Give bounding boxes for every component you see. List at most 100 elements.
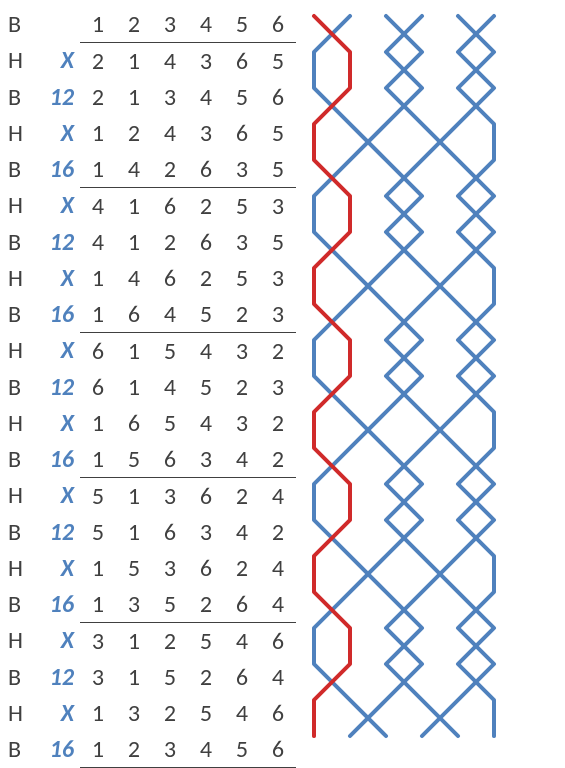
- perm-cell: 3: [260, 188, 296, 225]
- row-label: B: [6, 151, 30, 188]
- bell-path-6: [314, 16, 494, 736]
- perm-cell: 3: [224, 151, 260, 188]
- table-row: HX124365: [6, 115, 296, 151]
- perm-cell: 1: [116, 188, 152, 225]
- row-label: H: [6, 115, 30, 151]
- col-header-5: 5: [224, 6, 260, 43]
- perm-cell: 2: [224, 369, 260, 405]
- col-header-1: 1: [80, 6, 116, 43]
- perm-cell: 3: [188, 441, 224, 478]
- perm-cell: 6: [80, 333, 116, 370]
- perm-cell: 4: [188, 731, 224, 768]
- perm-cell: 5: [260, 151, 296, 188]
- perm-cell: 1: [80, 550, 116, 586]
- perm-cell: 3: [152, 731, 188, 768]
- table-row: HX312546: [6, 623, 296, 660]
- perm-cell: 2: [80, 43, 116, 80]
- row-label: B: [6, 79, 30, 115]
- perm-cell: 6: [188, 478, 224, 515]
- perm-cell: 4: [260, 478, 296, 515]
- perm-cell: 1: [116, 514, 152, 550]
- call-cell: 16: [30, 151, 80, 188]
- row-label: B: [6, 224, 30, 260]
- perm-cell: 1: [80, 586, 116, 623]
- table-row: HX416253: [6, 188, 296, 225]
- perm-cell: 2: [188, 260, 224, 296]
- perm-cell: 1: [80, 115, 116, 151]
- perm-cell: 1: [80, 441, 116, 478]
- perm-cell: 1: [116, 333, 152, 370]
- row-label: H: [6, 405, 30, 441]
- col-header-4: 4: [188, 6, 224, 43]
- perm-cell: 6: [80, 369, 116, 405]
- call-cell: 12: [30, 659, 80, 695]
- perm-cell: 6: [260, 731, 296, 768]
- call-cell: X: [30, 550, 80, 586]
- table-row: B12213456: [6, 79, 296, 115]
- perm-cell: 2: [188, 188, 224, 225]
- call-cell: X: [30, 188, 80, 225]
- perm-cell: 6: [188, 151, 224, 188]
- perm-cell: 2: [188, 586, 224, 623]
- table-row: B12516342: [6, 514, 296, 550]
- perm-cell: 5: [224, 260, 260, 296]
- call-cell: 16: [30, 296, 80, 333]
- perm-cell: 4: [80, 188, 116, 225]
- header-row: B123456: [6, 6, 296, 43]
- perm-cell: 6: [224, 659, 260, 695]
- perm-cell: 4: [188, 333, 224, 370]
- bell-path-3: [314, 16, 494, 736]
- perm-cell: 6: [260, 79, 296, 115]
- perm-cell: 2: [260, 441, 296, 478]
- perm-cell: 1: [80, 731, 116, 768]
- perm-cell: 4: [152, 369, 188, 405]
- table-row: B12614523: [6, 369, 296, 405]
- perm-cell: 5: [188, 695, 224, 731]
- perm-cell: 5: [188, 369, 224, 405]
- perm-cell: 2: [152, 151, 188, 188]
- row-label: H: [6, 333, 30, 370]
- row-label: B: [6, 6, 30, 43]
- table-row: B16123456: [6, 731, 296, 768]
- row-label: H: [6, 188, 30, 225]
- table-row: B16156342: [6, 441, 296, 478]
- perm-cell: 5: [188, 623, 224, 660]
- call-cell: 12: [30, 514, 80, 550]
- perm-cell: 6: [188, 550, 224, 586]
- perm-cell: 2: [152, 224, 188, 260]
- permutation-table: B123456HX214365B12213456HX124365B1614263…: [6, 6, 296, 768]
- call-cell: X: [30, 695, 80, 731]
- perm-cell: 2: [260, 514, 296, 550]
- call-cell: [30, 6, 80, 43]
- perm-cell: 1: [80, 695, 116, 731]
- row-label: B: [6, 586, 30, 623]
- call-cell: X: [30, 623, 80, 660]
- perm-cell: 4: [152, 296, 188, 333]
- col-header-3: 3: [152, 6, 188, 43]
- row-label: B: [6, 659, 30, 695]
- table-row: HX153624: [6, 550, 296, 586]
- bell-path-2: [314, 16, 494, 736]
- perm-cell: 5: [152, 405, 188, 441]
- perm-cell: 3: [116, 586, 152, 623]
- call-cell: 12: [30, 369, 80, 405]
- row-label: B: [6, 369, 30, 405]
- perm-cell: 5: [260, 43, 296, 80]
- perm-cell: 2: [224, 550, 260, 586]
- perm-cell: 6: [260, 695, 296, 731]
- perm-cell: 5: [152, 659, 188, 695]
- perm-cell: 5: [116, 550, 152, 586]
- call-cell: X: [30, 333, 80, 370]
- call-cell: 16: [30, 731, 80, 768]
- call-cell: 12: [30, 79, 80, 115]
- perm-cell: 6: [116, 405, 152, 441]
- perm-cell: 4: [260, 659, 296, 695]
- perm-cell: 4: [260, 550, 296, 586]
- perm-cell: 6: [152, 514, 188, 550]
- table-row: HX214365: [6, 43, 296, 80]
- col-header-6: 6: [260, 6, 296, 43]
- perm-cell: 3: [80, 623, 116, 660]
- perm-cell: 1: [80, 151, 116, 188]
- table-row: B12315264: [6, 659, 296, 695]
- perm-cell: 4: [116, 260, 152, 296]
